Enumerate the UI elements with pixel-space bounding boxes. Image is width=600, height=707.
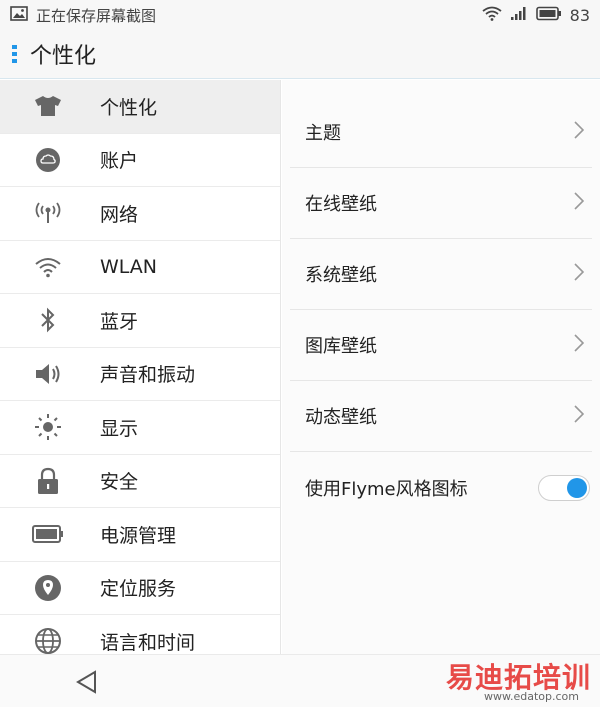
status-right: 83 (482, 6, 590, 25)
page-title: 个性化 (30, 44, 97, 69)
watermark-url: www.edatop.com (484, 690, 579, 703)
image-icon (10, 5, 28, 25)
sidebar-item-sound[interactable]: 声音和振动 (0, 348, 280, 401)
row-theme[interactable]: 主题 (290, 97, 592, 168)
row-label: 主题 (305, 123, 341, 144)
speaker-icon (0, 362, 100, 386)
sidebar-item-network[interactable]: 网络 (0, 187, 280, 241)
globe-icon (0, 627, 100, 654)
row-online-wallpaper[interactable]: 在线壁纸 (290, 168, 592, 239)
wifi-icon (482, 6, 502, 25)
chevron-right-icon (574, 263, 585, 285)
status-left: 正在保存屏幕截图 (10, 5, 156, 26)
row-label: 动态壁纸 (305, 407, 377, 428)
sidebar-item-security[interactable]: 安全 (0, 455, 280, 508)
sidebar-item-personalize[interactable]: 个性化 (0, 80, 280, 134)
battery-percent: 83 (569, 5, 590, 25)
sidebar-item-label: 网络 (100, 203, 139, 226)
antenna-icon (0, 202, 100, 224)
row-system-wallpaper[interactable]: 系统壁纸 (290, 239, 592, 310)
sidebar-item-language-time[interactable]: 语言和时间 (0, 615, 280, 654)
wifi-icon (0, 256, 100, 278)
battery-icon (535, 6, 562, 25)
row-live-wallpaper[interactable]: 动态壁纸 (290, 381, 592, 452)
row-label: 系统壁纸 (305, 265, 377, 286)
chevron-right-icon (574, 192, 585, 214)
sidebar-item-label: 电源管理 (100, 524, 177, 547)
sidebar: 个性化 账户 网络 WLAN 蓝牙 声音和振动 显示 安全 电源管理 定位服务 … (0, 80, 281, 654)
row-flyme-icons: 使用Flyme风格图标 (290, 452, 592, 523)
row-label: 在线壁纸 (305, 194, 377, 215)
sidebar-item-label: 定位服务 (100, 578, 177, 601)
sidebar-item-label: WLAN (100, 255, 158, 278)
sidebar-item-label: 账户 (100, 150, 139, 173)
sidebar-item-label: 语言和时间 (100, 631, 196, 654)
status-message: 正在保存屏幕截图 (36, 6, 157, 25)
tshirt-icon (0, 95, 100, 117)
watermark: 易迪拓培训 www.edatop.com (440, 654, 600, 707)
app-bar: 个性化 (0, 30, 600, 79)
sidebar-item-account[interactable]: 账户 (0, 134, 280, 187)
settings-panel: 主题 在线壁纸 系统壁纸 图库壁纸 动态壁纸 使用Flyme风格图标 (282, 80, 600, 654)
sidebar-item-power[interactable]: 电源管理 (0, 508, 280, 562)
row-label: 使用Flyme风格图标 (305, 478, 468, 500)
location-pin-icon (0, 574, 100, 602)
back-triangle-icon[interactable] (72, 667, 102, 697)
row-gallery-wallpaper[interactable]: 图库壁纸 (290, 310, 592, 381)
sidebar-item-label: 蓝牙 (100, 310, 139, 333)
chevron-right-icon (574, 334, 585, 356)
sidebar-item-location[interactable]: 定位服务 (0, 562, 280, 615)
chevron-right-icon (574, 121, 585, 143)
toggle-knob (567, 477, 587, 498)
sidebar-item-display[interactable]: 显示 (0, 401, 280, 455)
signal-icon (510, 6, 528, 25)
sidebar-item-label: 个性化 (100, 96, 158, 119)
sidebar-item-label: 声音和振动 (100, 364, 196, 387)
sidebar-item-label: 显示 (100, 417, 139, 440)
sun-icon (0, 413, 100, 441)
bluetooth-icon (0, 306, 100, 334)
sidebar-item-bluetooth[interactable]: 蓝牙 (0, 294, 280, 348)
chevron-right-icon (574, 405, 585, 427)
lock-icon (0, 467, 100, 495)
flyme-icons-toggle[interactable] (538, 474, 590, 501)
sidebar-item-wlan[interactable]: WLAN (0, 241, 280, 294)
cloud-account-icon (0, 147, 100, 173)
sidebar-item-label: 安全 (100, 471, 139, 494)
battery-icon (0, 524, 100, 544)
status-bar: 正在保存屏幕截图 83 (0, 0, 600, 30)
row-label: 图库壁纸 (305, 336, 377, 357)
menu-dots-icon[interactable] (0, 30, 30, 79)
